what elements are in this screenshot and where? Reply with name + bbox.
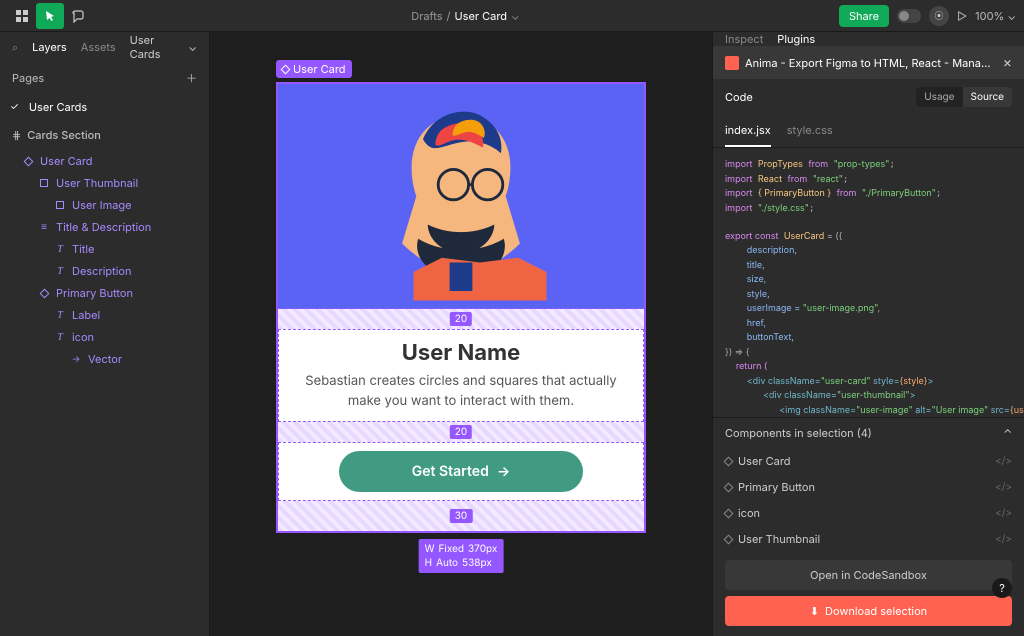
get-started-button[interactable]: Get Started → xyxy=(339,451,583,492)
diamond-icon xyxy=(724,534,734,544)
tab-layers[interactable]: Layers xyxy=(32,40,67,54)
user-card-description: Sebastian creates circles and squares th… xyxy=(299,372,623,411)
left-panel: ⌕ Layers Assets User Cards ⌄ Pages ＋ Use… xyxy=(0,32,210,636)
component-user-thumbnail[interactable]: User Thumbnail</> xyxy=(713,526,1024,552)
right-panel: Inspect Plugins Anima - Export Figma to … xyxy=(712,32,1024,636)
code-header: Code Usage Source xyxy=(713,79,1024,115)
layer-icon[interactable]: Ticon xyxy=(0,326,209,348)
layer-user-image[interactable]: User Image xyxy=(0,194,209,216)
text-icon: T xyxy=(54,331,66,343)
arrow-icon: → xyxy=(70,353,82,365)
plugin-header: Anima - Export Figma to HTML, React - Ma… xyxy=(713,46,1024,79)
user-card-frame[interactable]: 20 User Name Sebastian creates circles a… xyxy=(276,82,646,533)
close-plugin-button[interactable]: × xyxy=(1003,54,1012,71)
code-icon[interactable]: </> xyxy=(995,533,1012,545)
user-thumbnail xyxy=(278,84,644,309)
tab-assets[interactable]: Assets xyxy=(81,40,116,54)
chevron-down-icon[interactable]: ⌄ xyxy=(511,9,520,23)
breadcrumb-separator: / xyxy=(447,9,451,23)
code-icon[interactable]: </> xyxy=(995,455,1012,467)
arrow-right-icon: → xyxy=(497,463,510,480)
chevron-up-icon: ⌃ xyxy=(1003,426,1012,440)
tab-plugins[interactable]: Plugins xyxy=(777,32,815,46)
layers-tree: User Card User Thumbnail User Image ≡Tit… xyxy=(0,150,209,370)
code-icon[interactable]: </> xyxy=(995,507,1012,519)
code-label: Code xyxy=(725,90,753,104)
layer-label[interactable]: TLabel xyxy=(0,304,209,326)
component-primary-button[interactable]: Primary Button</> xyxy=(713,474,1024,500)
button-section: Get Started → xyxy=(278,442,644,501)
frame-label[interactable]: User Card xyxy=(276,60,352,78)
code-icon[interactable]: </> xyxy=(995,481,1012,493)
page-item[interactable]: User Cards xyxy=(0,94,209,120)
source-tab[interactable]: Source xyxy=(963,87,1012,107)
layer-title[interactable]: TTitle xyxy=(0,238,209,260)
section-header[interactable]: ⋕ Cards Section xyxy=(0,120,209,150)
layer-primary-button[interactable]: Primary Button xyxy=(0,282,209,304)
frame-icon xyxy=(40,179,48,187)
spacing-indicator: 20 xyxy=(278,309,644,329)
layer-user-thumbnail[interactable]: User Thumbnail xyxy=(0,172,209,194)
spacing-indicator: 20 xyxy=(278,422,644,442)
user-avatar[interactable]: ⦿ xyxy=(929,6,949,26)
download-button[interactable]: ⬇Download selection xyxy=(725,596,1012,626)
move-tool[interactable] xyxy=(36,3,64,29)
grid-icon: ⋕ xyxy=(12,128,21,142)
image-icon xyxy=(56,201,64,209)
dev-mode-toggle[interactable] xyxy=(897,9,921,23)
text-icon: T xyxy=(54,243,66,255)
file-tabs: index.jsx style.css xyxy=(713,115,1024,148)
plugin-title: Anima - Export Figma to HTML, React - Ma… xyxy=(745,56,997,70)
canvas[interactable]: User Card xyxy=(210,32,712,636)
toolbar-left xyxy=(8,3,92,29)
text-icon: T xyxy=(54,309,66,321)
layer-title-description[interactable]: ≡Title & Description xyxy=(0,216,209,238)
page-selector[interactable]: User Cards ⌄ xyxy=(130,33,197,61)
usage-tab[interactable]: Usage xyxy=(916,87,962,107)
layer-vector[interactable]: →Vector xyxy=(0,348,209,370)
diamond-icon xyxy=(724,508,734,518)
download-icon: ⬇ xyxy=(810,604,819,618)
file-tab-style[interactable]: style.css xyxy=(787,115,833,147)
left-panel-tabs: ⌕ Layers Assets User Cards ⌄ xyxy=(0,32,209,62)
component-icon[interactable]: icon</> xyxy=(713,500,1024,526)
code-editor[interactable]: import PropTypes from "prop-types"; impo… xyxy=(713,148,1024,417)
text-icon: T xyxy=(54,265,66,277)
components-header[interactable]: Components in selection (4)⌃ xyxy=(713,417,1024,448)
diamond-icon xyxy=(39,288,49,298)
open-codesandbox-button[interactable]: Open in CodeSandbox xyxy=(725,560,1012,590)
diamond-icon xyxy=(724,482,734,492)
help-button[interactable]: ? xyxy=(992,578,1012,598)
present-button[interactable]: ▷ xyxy=(957,9,967,23)
anima-icon xyxy=(725,56,739,70)
zoom-level[interactable]: 100% ⌄ xyxy=(975,9,1016,23)
add-page-button[interactable]: ＋ xyxy=(186,70,197,86)
breadcrumb-current: User Card xyxy=(455,9,508,23)
tab-inspect[interactable]: Inspect xyxy=(725,32,763,46)
diamond-icon xyxy=(281,64,291,74)
right-panel-tabs: Inspect Plugins xyxy=(713,32,1024,46)
pages-header: Pages ＋ xyxy=(0,62,209,94)
title-description-section: User Name Sebastian creates circles and … xyxy=(278,329,644,422)
user-card-title: User Name xyxy=(299,340,623,366)
stack-icon: ≡ xyxy=(38,221,50,233)
layer-user-card[interactable]: User Card xyxy=(0,150,209,172)
diamond-icon xyxy=(724,456,734,466)
dimensions-readout: WFixed370px HAuto538px xyxy=(419,539,504,573)
share-button[interactable]: Share xyxy=(839,5,889,27)
breadcrumb[interactable]: Drafts / User Card ⌄ xyxy=(98,9,833,23)
pages-label: Pages xyxy=(12,71,44,85)
topbar: Drafts / User Card ⌄ Share ⦿ ▷ 100% ⌄ xyxy=(0,0,1024,32)
user-image xyxy=(366,91,556,301)
diamond-icon xyxy=(23,156,33,166)
search-icon[interactable]: ⌕ xyxy=(12,40,18,55)
menu-button[interactable] xyxy=(8,3,36,29)
layer-description[interactable]: TDescription xyxy=(0,260,209,282)
spacing-indicator: 30 xyxy=(278,501,644,531)
file-tab-index[interactable]: index.jsx xyxy=(725,115,771,147)
breadcrumb-root: Drafts xyxy=(411,9,442,23)
component-user-card[interactable]: User Card</> xyxy=(713,448,1024,474)
comment-tool[interactable] xyxy=(64,3,92,29)
